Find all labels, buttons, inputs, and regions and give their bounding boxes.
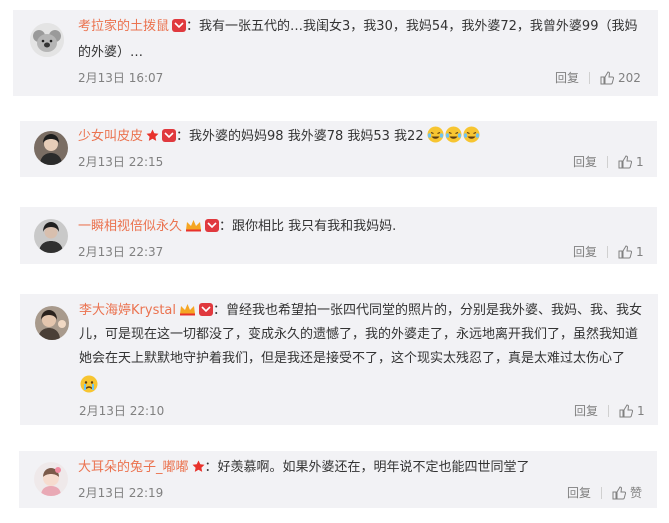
- username-link[interactable]: 李大海婷Krystal: [79, 303, 176, 318]
- separator: ：: [213, 303, 227, 318]
- comment-actions: 回复 1: [574, 403, 645, 419]
- comment-text-line: 的外婆）…: [78, 45, 144, 60]
- username-link[interactable]: 一瞬相视倍似永久: [78, 219, 182, 234]
- like-button[interactable]: 202: [600, 70, 641, 86]
- avatar[interactable]: [34, 219, 68, 253]
- user-avatar-icon: [34, 131, 68, 165]
- comment-card: 大耳朵的兔子_嘟嘟 ：好羡慕啊。如果外婆还在，明年说不定也能四世同堂了 2月13日…: [19, 451, 657, 508]
- crown-badge-icon: [185, 218, 202, 240]
- comment-text-line: 跟你相比 我只有我和我妈妈.: [232, 219, 397, 234]
- crying-emoji-icon: [80, 375, 98, 397]
- like-count: 202: [618, 71, 641, 85]
- crown-badge-icon: [179, 302, 196, 324]
- comment-date: 2月13日 22:15: [78, 155, 164, 169]
- comment-text-line: 她会在天上默默地守护着我们，但是我还是接受不了，这个现实太残忍了，真是太难过太伤…: [79, 351, 626, 366]
- thumbs-up-icon: [619, 404, 634, 418]
- member-badge-icon: [172, 18, 187, 40]
- reply-button[interactable]: 回复: [567, 485, 591, 501]
- comment-first-line: 少女叫皮皮 ：我外婆的妈妈98 我外婆78 我妈53 我22: [78, 126, 481, 150]
- comment-first-line: 考拉家的土拨鼠 ：我有一张五代的…我闺女3，我30，我妈54，我外婆72，我曾外婆…: [78, 16, 637, 40]
- reply-button[interactable]: 回复: [574, 403, 598, 419]
- thumbs-up-icon: [618, 155, 633, 169]
- comment-text-line: 好羡慕啊。如果外婆还在，明年说不定也能四世同堂了: [217, 460, 530, 475]
- like-button[interactable]: 1: [619, 403, 645, 419]
- thumbs-up-icon: [600, 71, 615, 85]
- divider: [589, 72, 591, 84]
- divider: [607, 246, 609, 258]
- comment-actions: 回复 1: [573, 244, 644, 260]
- comment-text-line: 曾经我也希望拍一张四代同堂的照片的，分别是我外婆、我妈、我、我女: [226, 303, 643, 318]
- member-badge-icon: [162, 128, 177, 150]
- like-count: 1: [636, 155, 644, 169]
- avatar[interactable]: [34, 131, 68, 165]
- comment-date: 2月13日 16:07: [78, 71, 164, 85]
- reply-button[interactable]: 回复: [555, 70, 579, 86]
- star-badge-icon: [146, 128, 159, 150]
- comment-date: 2月13日 22:37: [78, 245, 164, 259]
- comment-text-line: 我有一张五代的…我闺女3，我30，我妈54，我外婆72，我曾外婆99（我妈: [199, 19, 638, 34]
- comment-date: 2月13日 22:19: [78, 486, 164, 500]
- avatar[interactable]: [34, 462, 68, 496]
- avatar[interactable]: [35, 306, 69, 340]
- like-button[interactable]: 赞: [612, 485, 642, 501]
- comment-date: 2月13日 22:10: [79, 404, 165, 418]
- member-badge-icon: [199, 302, 214, 324]
- thumbs-up-icon: [618, 245, 633, 259]
- comment-card: 少女叫皮皮 ：我外婆的妈妈98 我外婆78 我妈53 我22 2月13日 22:1…: [20, 121, 657, 177]
- star-badge-icon: [192, 459, 205, 481]
- comment-first-line: 李大海婷Krystal ：曾经我也希望拍一张四代同堂的照片的，分别是我外婆、我妈、…: [79, 300, 642, 324]
- avatar[interactable]: [30, 23, 64, 57]
- thumbs-up-icon: [612, 486, 627, 500]
- comment-first-line: 一瞬相视倍似永久 ：跟你相比 我只有我和我妈妈.: [78, 216, 396, 240]
- separator: ：: [219, 219, 233, 234]
- like-count: 1: [636, 245, 644, 259]
- divider: [601, 487, 603, 499]
- like-button[interactable]: 1: [618, 244, 644, 260]
- comment-card: 一瞬相视倍似永久 ：跟你相比 我只有我和我妈妈. 2月13日 22:37 回复 1: [20, 207, 657, 264]
- user-avatar-icon: [34, 462, 68, 496]
- like-count: 赞: [630, 486, 643, 500]
- comment-card: 李大海婷Krystal ：曾经我也希望拍一张四代同堂的照片的，分别是我外婆、我妈、…: [20, 294, 658, 425]
- comment-actions: 回复 赞: [567, 485, 642, 501]
- like-button[interactable]: 1: [618, 154, 644, 170]
- separator: ：: [204, 460, 218, 475]
- comment-actions: 回复 1: [573, 154, 644, 170]
- comment-text-line: 我外婆的妈妈98 我外婆78 我妈53 我22: [189, 129, 424, 144]
- comment-actions: 回复 202: [555, 70, 641, 86]
- divider: [608, 405, 610, 417]
- koala-avatar-icon: [30, 23, 64, 57]
- reply-button[interactable]: 回复: [573, 244, 597, 260]
- username-link[interactable]: 大耳朵的兔子_嘟嘟: [78, 460, 189, 475]
- reply-button[interactable]: 回复: [573, 154, 597, 170]
- comment-card: 考拉家的土拨鼠 ：我有一张五代的…我闺女3，我30，我妈54，我外婆72，我曾外婆…: [13, 10, 658, 96]
- username-link[interactable]: 考拉家的土拨鼠: [78, 19, 169, 34]
- like-count: 1: [637, 404, 645, 418]
- crying-laughing-emoji-icon: [427, 126, 481, 144]
- comment-text-line: 儿，可是现在这一切都没了，变成永久的遗憾了，我的外婆走了，永远地离开我们了，虽然…: [79, 327, 639, 342]
- user-avatar-icon: [35, 306, 69, 340]
- username-link[interactable]: 少女叫皮皮: [78, 129, 143, 144]
- separator: ：: [186, 19, 200, 34]
- member-badge-icon: [205, 218, 220, 240]
- comment-first-line: 大耳朵的兔子_嘟嘟 ：好羡慕啊。如果外婆还在，明年说不定也能四世同堂了: [78, 457, 530, 481]
- user-avatar-icon: [34, 219, 68, 253]
- divider: [607, 156, 609, 168]
- separator: ：: [176, 129, 190, 144]
